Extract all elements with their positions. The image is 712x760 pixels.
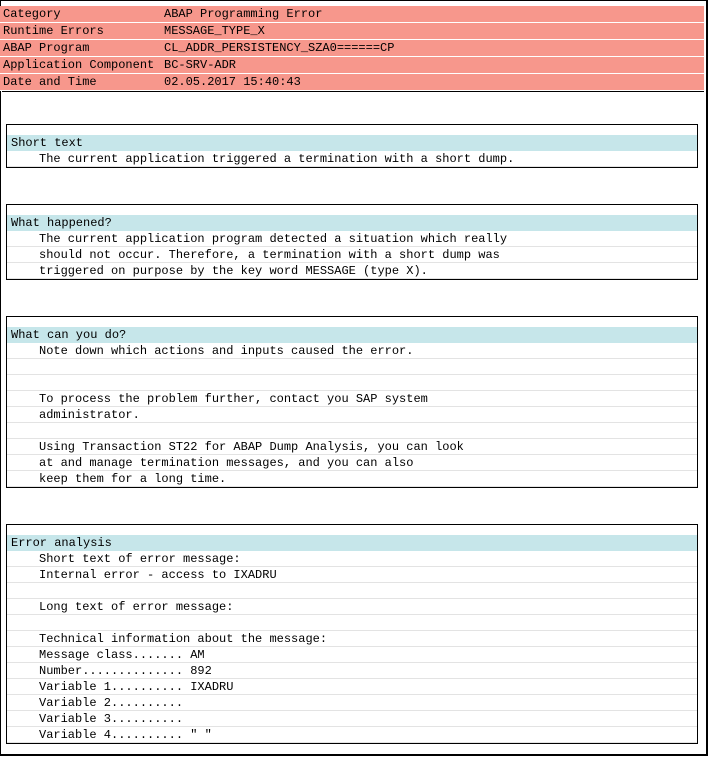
text-line: triggered on purpose by the key word MES… <box>7 263 697 279</box>
text-line: Internal error - access to IXADRU <box>7 567 697 583</box>
section-short-text: Short text The current application trigg… <box>6 124 698 168</box>
text-line: keep them for a long time. <box>7 471 697 487</box>
header-value: MESSAGE_TYPE_X <box>164 24 265 38</box>
header-key: Application Component <box>3 58 155 72</box>
header-row-application-component: Application Component BC-SRV-ADR <box>0 57 704 74</box>
text-line <box>7 375 697 391</box>
header-key: ABAP Program <box>3 41 90 55</box>
text-line: The current application triggered a term… <box>7 151 697 167</box>
header-divider <box>2 91 704 92</box>
text-line: Long text of error message: <box>7 599 697 615</box>
text-line: Message class....... AM <box>7 647 697 663</box>
header-row-abap-program: ABAP Program CL_ADDR_PERSISTENCY_SZA0===… <box>0 40 704 57</box>
header-row-date-time: Date and Time 02.05.2017 15:40:43 <box>0 74 704 91</box>
text-line <box>7 583 697 599</box>
header-value: 02.05.2017 15:40:43 <box>164 75 301 89</box>
text-line: Variable 2.......... <box>7 695 697 711</box>
header-row-runtime-errors: Runtime Errors MESSAGE_TYPE_X <box>0 23 704 40</box>
text-line: Number.............. 892 <box>7 663 697 679</box>
text-line <box>7 423 697 439</box>
text-line: Variable 1.......... IXADRU <box>7 679 697 695</box>
text-line: Variable 3.......... <box>7 711 697 727</box>
header-value: BC-SRV-ADR <box>164 58 237 72</box>
text-line: The current application program detected… <box>7 231 697 247</box>
text-line: Technical information about the message: <box>7 631 697 647</box>
text-line: Short text of error message: <box>7 551 697 567</box>
header-value: CL_ADDR_PERSISTENCY_SZA0======CP <box>164 41 395 55</box>
section-title: Short text <box>7 135 697 151</box>
section-title: What can you do? <box>7 327 697 343</box>
section-title: What happened? <box>7 215 697 231</box>
text-line: administrator. <box>7 407 697 423</box>
text-line: should not occur. Therefore, a terminati… <box>7 247 697 263</box>
header-key: Category <box>3 7 61 21</box>
header-key: Runtime Errors <box>3 24 104 38</box>
dump-header: Category ABAP Programming Error Runtime … <box>0 6 704 91</box>
text-line: at and manage termination messages, and … <box>7 455 697 471</box>
text-line: To process the problem further, contact … <box>7 391 697 407</box>
text-line <box>7 359 697 375</box>
header-key: Date and Time <box>3 75 97 89</box>
text-line: Note down which actions and inputs cause… <box>7 343 697 359</box>
header-value: ABAP Programming Error <box>164 7 323 21</box>
text-line: Using Transaction ST22 for ABAP Dump Ana… <box>7 439 697 455</box>
text-line <box>7 615 697 631</box>
section-error-analysis: Error analysis Short text of error messa… <box>6 524 698 744</box>
section-what-can-you-do: What can you do? Note down which actions… <box>6 316 698 488</box>
section-title: Error analysis <box>7 535 697 551</box>
section-what-happened: What happened? The current application p… <box>6 204 698 280</box>
header-row-category: Category ABAP Programming Error <box>0 6 704 23</box>
text-line: Variable 4.......... " " <box>7 727 697 743</box>
